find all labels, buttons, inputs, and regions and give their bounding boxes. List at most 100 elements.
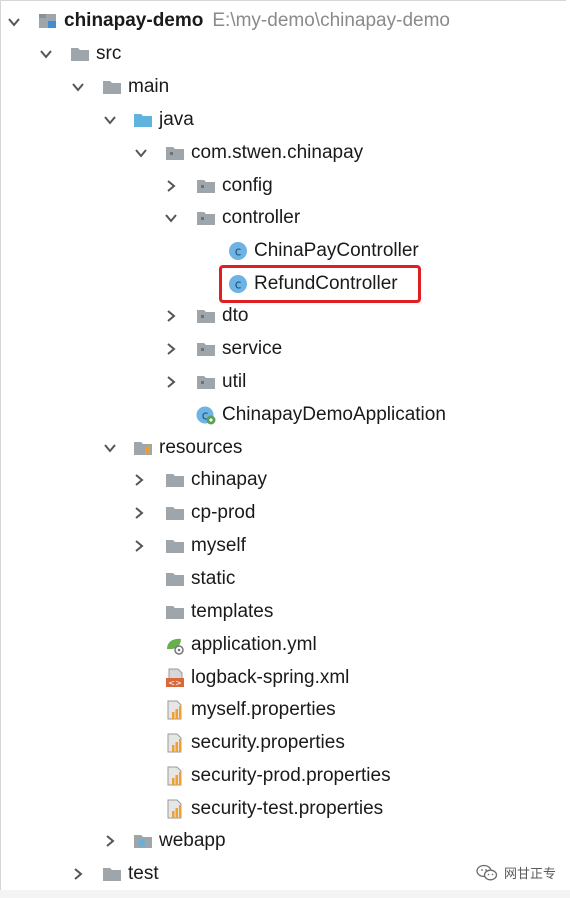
- chevron-right-icon[interactable]: [71, 867, 85, 881]
- root-label: chinapay-demo: [64, 10, 204, 31]
- properties-file-icon: [164, 766, 186, 786]
- tree-item-label: dto: [222, 305, 249, 326]
- tree-item-security-properties[interactable]: security.properties: [164, 728, 345, 758]
- tree-item-main[interactable]: main: [101, 72, 169, 102]
- tree-item-refund-controller[interactable]: c RefundController: [227, 269, 398, 299]
- chevron-down-icon[interactable]: [164, 211, 178, 225]
- chevron-right-icon[interactable]: [164, 179, 178, 193]
- watermark: 网甘正专: [476, 863, 556, 882]
- project-tree: chinapay-demo E:\my-demo\chinapay-demo s…: [0, 0, 566, 892]
- tree-item-label: templates: [191, 601, 274, 622]
- tree-item-label: config: [222, 175, 273, 196]
- tree-item-label: service: [222, 338, 283, 359]
- chevron-right-icon[interactable]: [132, 473, 146, 487]
- tree-item-chinapay-folder[interactable]: chinapay: [164, 465, 267, 495]
- chevron-down-icon[interactable]: [103, 113, 117, 127]
- tree-item-package[interactable]: com.stwen.chinapay: [164, 138, 363, 168]
- tree-item-webapp[interactable]: webapp: [132, 826, 226, 856]
- package-icon: [195, 176, 217, 196]
- package-icon: [164, 143, 186, 163]
- class-icon: c: [227, 274, 249, 294]
- tree-item-logback-xml[interactable]: <> logback-spring.xml: [164, 663, 349, 693]
- wechat-icon: [476, 864, 498, 880]
- tree-item-service[interactable]: service: [195, 334, 282, 364]
- tree-item-chinapay-controller[interactable]: c ChinaPayController: [227, 236, 419, 266]
- tree-item-cp-prod[interactable]: cp-prod: [164, 498, 255, 528]
- folder-icon: [101, 77, 123, 97]
- tree-item-application-class[interactable]: c ChinapayDemoApplication: [195, 400, 446, 430]
- chevron-down-icon[interactable]: [39, 47, 53, 61]
- tree-item-controller[interactable]: controller: [195, 203, 300, 233]
- spring-config-icon: [164, 635, 186, 655]
- chevron-down-icon[interactable]: [71, 80, 85, 94]
- tree-item-label: security-test.properties: [191, 798, 384, 819]
- tree-item-label: security-prod.properties: [191, 765, 391, 786]
- resources-folder-icon: [132, 438, 154, 458]
- tree-item-resources[interactable]: resources: [132, 433, 242, 463]
- tree-item-label: logback-spring.xml: [191, 667, 350, 688]
- chevron-right-icon[interactable]: [103, 834, 117, 848]
- folder-icon: [164, 470, 186, 490]
- tree-item-label: com.stwen.chinapay: [191, 142, 364, 163]
- tree-item-label: ChinaPayController: [254, 240, 419, 261]
- tree-item-security-prod-properties[interactable]: security-prod.properties: [164, 761, 391, 791]
- folder-icon: [101, 864, 123, 884]
- tree-item-util[interactable]: util: [195, 367, 246, 397]
- chevron-right-icon[interactable]: [132, 539, 146, 553]
- tree-item-label: test: [128, 863, 159, 884]
- tree-item-src[interactable]: src: [69, 39, 121, 69]
- properties-file-icon: [164, 799, 186, 819]
- svg-text:c: c: [235, 245, 242, 259]
- tree-item-application-yml[interactable]: application.yml: [164, 630, 317, 660]
- tree-item-label: util: [222, 371, 247, 392]
- chevron-right-icon[interactable]: [164, 309, 178, 323]
- tree-item-label: java: [159, 109, 194, 130]
- folder-icon: [164, 602, 186, 622]
- source-folder-icon: [132, 110, 154, 130]
- tree-item-label: chinapay: [191, 469, 268, 490]
- tree-item-security-test-properties[interactable]: security-test.properties: [164, 794, 383, 824]
- module-icon: [37, 11, 59, 31]
- bottom-strip: [0, 890, 570, 898]
- chevron-down-icon[interactable]: [103, 441, 117, 455]
- tree-item-java[interactable]: java: [132, 105, 194, 135]
- tree-item-label: webapp: [159, 830, 226, 851]
- chevron-right-icon[interactable]: [164, 375, 178, 389]
- folder-icon: [164, 503, 186, 523]
- tree-item-templates[interactable]: templates: [164, 597, 273, 627]
- root-path: E:\my-demo\chinapay-demo: [212, 10, 450, 31]
- package-icon: [195, 339, 217, 359]
- folder-icon: [164, 536, 186, 556]
- tree-item-label: RefundController: [254, 273, 398, 294]
- tree-item-label: controller: [222, 207, 301, 228]
- web-folder-icon: [132, 831, 154, 851]
- chevron-down-icon[interactable]: [7, 15, 21, 29]
- tree-item-root[interactable]: chinapay-demo E:\my-demo\chinapay-demo: [37, 6, 450, 36]
- tree-item-myself-properties[interactable]: myself.properties: [164, 695, 336, 725]
- chevron-right-icon[interactable]: [132, 506, 146, 520]
- spring-boot-class-icon: c: [195, 405, 217, 425]
- tree-item-static[interactable]: static: [164, 564, 235, 594]
- tree-item-config[interactable]: config: [195, 171, 273, 201]
- tree-item-label: security.properties: [191, 732, 345, 753]
- class-icon: c: [227, 241, 249, 261]
- chevron-down-icon[interactable]: [134, 146, 148, 160]
- folder-icon: [69, 44, 91, 64]
- tree-item-label: ChinapayDemoApplication: [222, 404, 446, 425]
- package-icon: [195, 306, 217, 326]
- tree-item-label: myself: [191, 535, 246, 556]
- package-icon: [195, 208, 217, 228]
- tree-item-myself-folder[interactable]: myself: [164, 531, 246, 561]
- tree-item-dto[interactable]: dto: [195, 301, 248, 331]
- svg-text:c: c: [235, 278, 242, 292]
- tree-item-label: resources: [159, 437, 243, 458]
- chevron-right-icon[interactable]: [164, 342, 178, 356]
- properties-file-icon: [164, 733, 186, 753]
- tree-item-label: application.yml: [191, 634, 317, 655]
- watermark-text: 网甘正专: [503, 866, 556, 881]
- svg-text:<>: <>: [168, 679, 181, 688]
- tree-item-label: src: [96, 43, 122, 64]
- tree-item-test[interactable]: test: [101, 859, 159, 889]
- tree-item-label: main: [128, 76, 170, 97]
- xml-file-icon: <>: [164, 668, 186, 688]
